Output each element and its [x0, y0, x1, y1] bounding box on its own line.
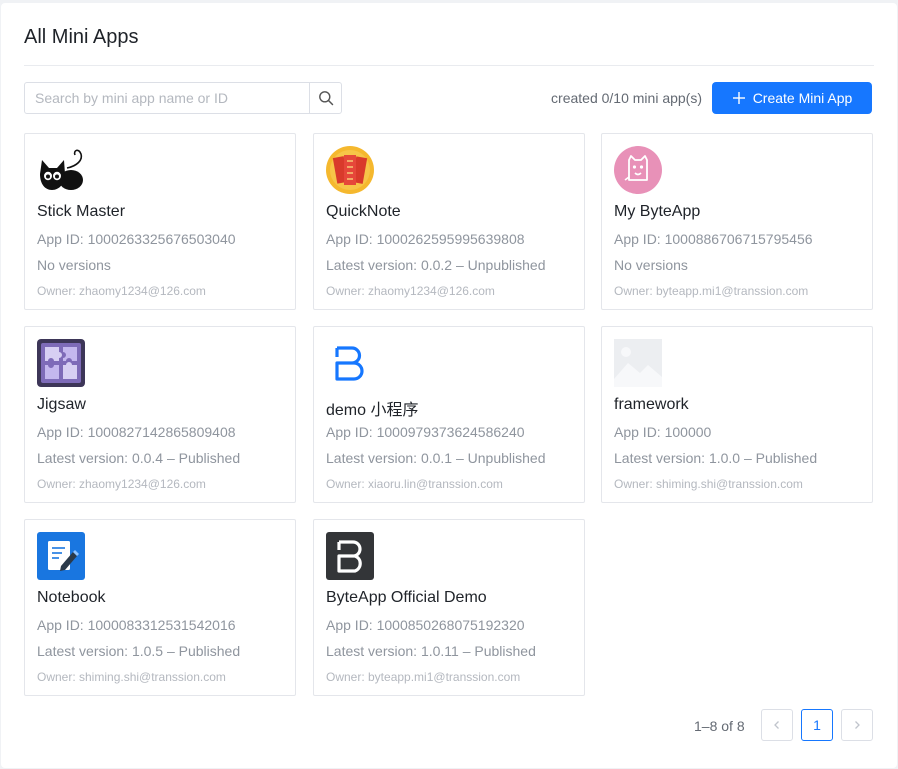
app-version: Latest version: 0.0.1 – Unpublished — [326, 450, 546, 466]
app-owner: Owner: byteapp.mi1@transsion.com — [614, 284, 809, 298]
app-card[interactable]: Jigsaw App ID: 1000827142865809408 Lates… — [24, 326, 296, 503]
app-id: App ID: 1000979373624586240 — [326, 424, 525, 440]
created-count: created 0/10 mini app(s) — [551, 90, 702, 106]
app-owner: Owner: zhaomy1234@126.com — [37, 284, 206, 298]
pink-cat-icon — [614, 146, 662, 194]
app-name: QuickNote — [326, 203, 401, 220]
app-card[interactable]: framework App ID: 100000 Latest version:… — [601, 326, 873, 503]
page-1-button[interactable]: 1 — [801, 709, 833, 741]
app-card[interactable]: demo 小程序 App ID: 1000979373624586240 Lat… — [313, 326, 585, 503]
app-version: Latest version: 1.0.5 – Published — [37, 643, 241, 659]
title-divider — [24, 65, 874, 66]
page-title: All Mini Apps — [24, 26, 139, 48]
app-card[interactable]: Stick Master App ID: 1000263325676503040… — [24, 133, 296, 310]
app-card[interactable]: My ByteApp App ID: 1000886706715795456 N… — [601, 133, 873, 310]
app-name: framework — [614, 396, 689, 413]
app-owner: Owner: zhaomy1234@126.com — [326, 284, 495, 298]
app-version: Latest version: 1.0.11 – Published — [326, 643, 536, 659]
app-name: Jigsaw — [37, 396, 86, 413]
app-id: App ID: 1000886706715795456 — [614, 231, 813, 247]
puzzle-icon — [37, 339, 85, 387]
app-id: App ID: 1000262595995639808 — [326, 231, 525, 247]
next-page-button[interactable] — [841, 709, 873, 741]
app-version: Latest version: 0.0.2 – Unpublished — [326, 257, 546, 273]
app-name: Stick Master — [37, 203, 126, 220]
app-owner: Owner: shiming.shi@transsion.com — [37, 670, 226, 684]
app-owner: Owner: byteapp.mi1@transsion.com — [326, 670, 521, 684]
create-mini-app-label: Create Mini App — [752, 90, 853, 106]
prev-page-button[interactable] — [761, 709, 793, 741]
image-placeholder-icon — [614, 339, 662, 387]
search-icon — [318, 91, 333, 106]
byteapp-logo-dark-icon — [326, 532, 374, 580]
app-id: App ID: 1000263325676503040 — [37, 231, 236, 247]
byteapp-logo-blue-icon — [335, 346, 364, 381]
app-version: Latest version: 0.0.4 – Published — [37, 450, 241, 466]
app-name: ByteApp Official Demo — [326, 589, 487, 606]
app-id: App ID: 100000 — [614, 424, 712, 440]
app-name: demo 小程序 — [326, 402, 419, 419]
app-card[interactable]: QuickNote App ID: 1000262595995639808 La… — [313, 133, 585, 310]
plus-icon — [732, 92, 745, 104]
app-version: No versions — [614, 257, 688, 273]
app-id: App ID: 1000827142865809408 — [37, 424, 236, 440]
app-owner: Owner: shiming.shi@transsion.com — [614, 477, 803, 491]
app-version: No versions — [37, 257, 111, 273]
app-owner: Owner: xiaoru.lin@transsion.com — [326, 477, 503, 491]
search-input[interactable] — [25, 83, 309, 113]
chevron-right-icon — [855, 721, 860, 729]
notebook-icon — [37, 532, 85, 580]
pagination-range: 1–8 of 8 — [694, 718, 745, 734]
app-name: Notebook — [37, 589, 106, 606]
chevron-left-icon — [774, 721, 779, 729]
create-mini-app-button[interactable]: Create Mini App — [712, 82, 872, 114]
app-card[interactable]: Notebook App ID: 1000083312531542016 Lat… — [24, 519, 296, 696]
app-name: My ByteApp — [614, 203, 701, 220]
app-id: App ID: 1000850268075192320 — [326, 617, 525, 633]
couplet-icon — [326, 146, 374, 194]
app-card[interactable]: ByteApp Official Demo App ID: 1000850268… — [313, 519, 585, 696]
search-button[interactable] — [309, 83, 341, 113]
app-version: Latest version: 1.0.0 – Published — [614, 450, 818, 466]
app-owner: Owner: zhaomy1234@126.com — [37, 477, 206, 491]
search-box — [24, 82, 342, 114]
cat-icon — [40, 149, 83, 190]
app-id: App ID: 1000083312531542016 — [37, 617, 236, 633]
